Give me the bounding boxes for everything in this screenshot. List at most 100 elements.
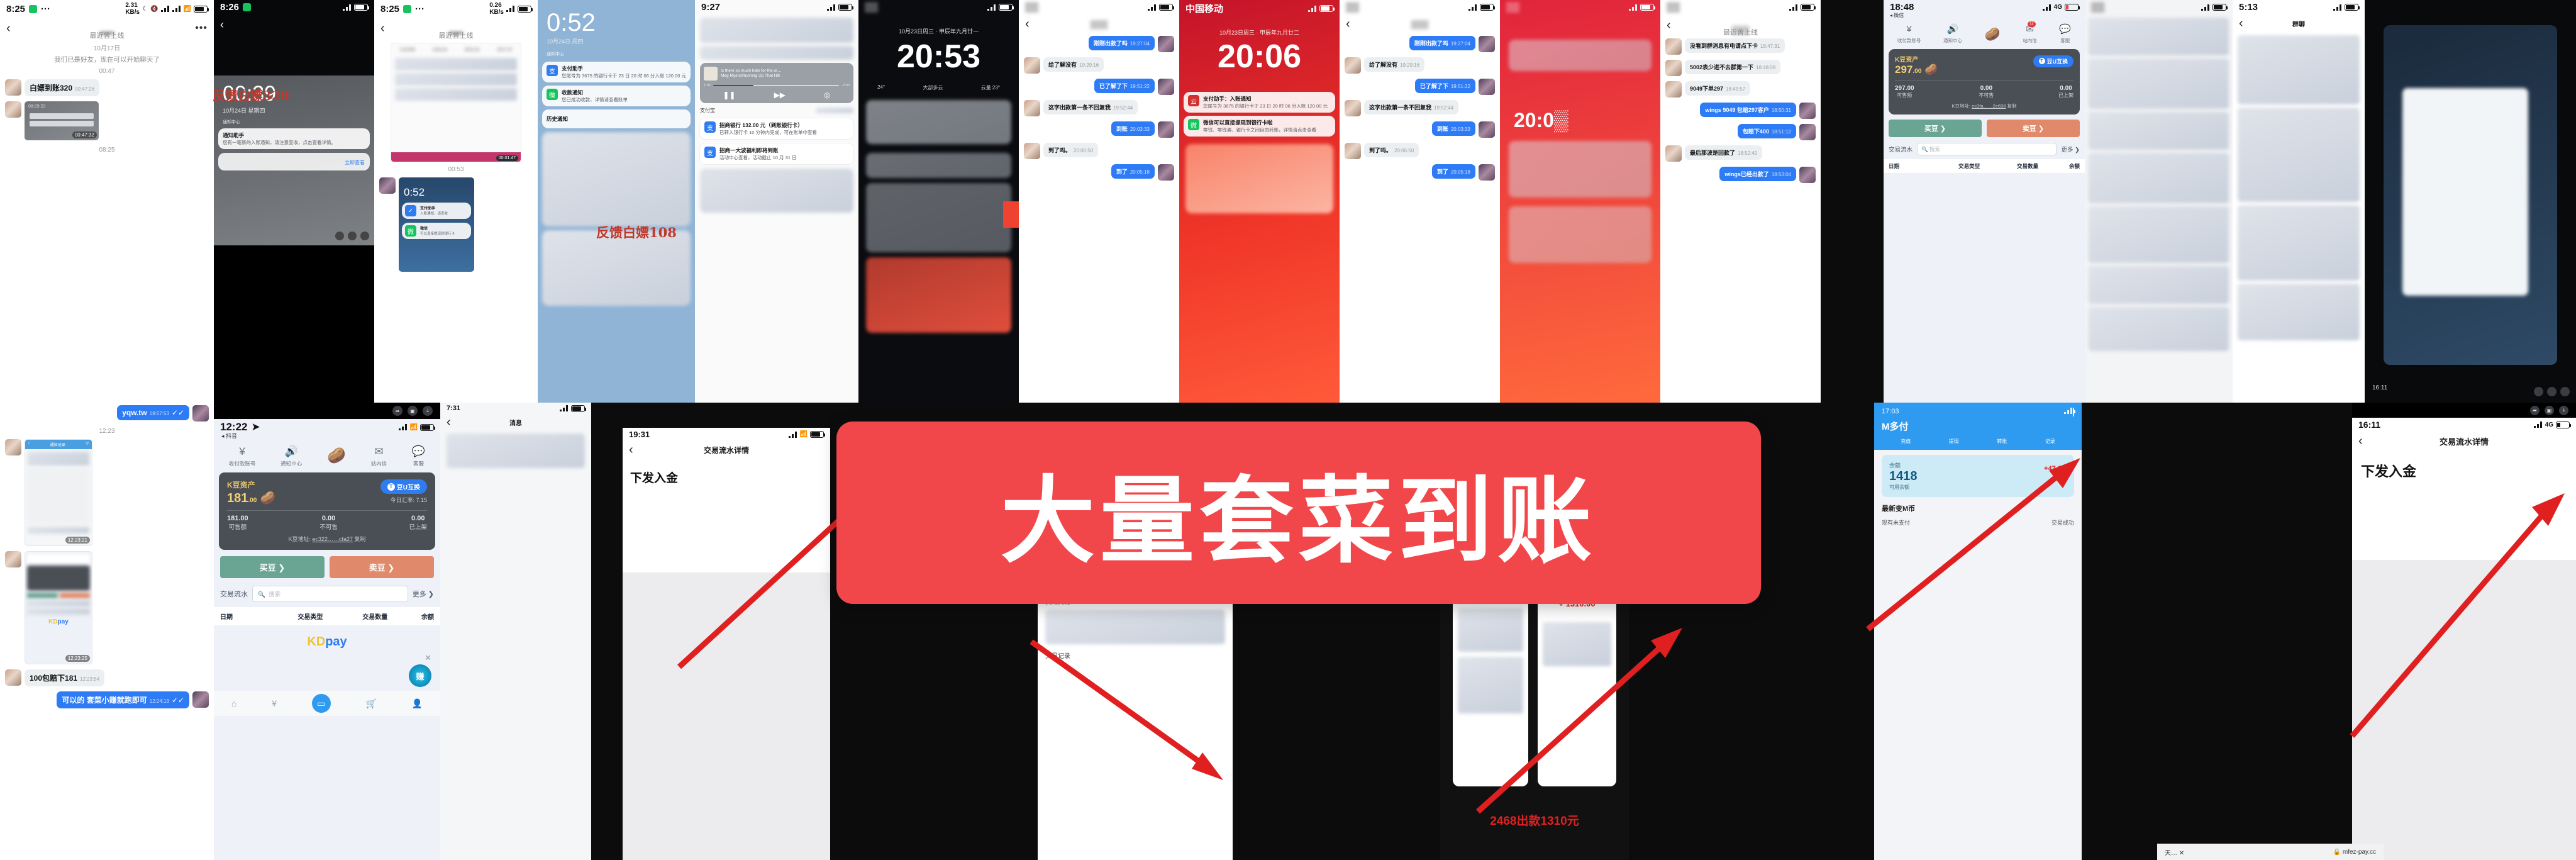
message-bubble[interactable]: yqw.tw 18:57:53 ✓✓	[117, 405, 189, 420]
swap-button[interactable]: T 豆U互换	[380, 479, 427, 494]
more-link[interactable]: 更多 ❯	[2061, 145, 2080, 154]
message-bubble[interactable]: 这字出款第一条不回复我 19:52:44	[1364, 100, 1459, 114]
box-icon[interactable]	[2547, 387, 2557, 396]
avatar[interactable]	[1799, 124, 1816, 140]
scan-icon[interactable]: ▭	[311, 694, 331, 713]
message-bubble[interactable]: 刚刚出款了吗 19:27:04	[1409, 36, 1475, 50]
message-bubble[interactable]: 给了解没有 19:29:16	[1364, 57, 1425, 72]
buy-button[interactable]: 买豆 ❯	[1889, 119, 1982, 137]
history-notifications[interactable]: 历史通知	[542, 109, 691, 129]
message-bubble[interactable]: 已了解了下 19:51:22	[1094, 79, 1155, 93]
avatar[interactable]	[1479, 79, 1495, 95]
share-icon[interactable]	[2534, 387, 2543, 396]
yen-circle-icon[interactable]: ¥ 收付款账号	[229, 444, 256, 467]
cta-button[interactable]: 立即查看	[345, 160, 365, 165]
image-message[interactable]: KDpay 12:23:25	[25, 551, 92, 664]
avatar[interactable]	[1024, 57, 1040, 74]
buy-button[interactable]: 买豆 ❯	[220, 556, 325, 579]
avatar[interactable]	[1665, 60, 1682, 76]
save-icon[interactable]	[2560, 387, 2570, 396]
mail-icon[interactable]: ✉ 站内信 12	[2023, 21, 2037, 44]
message-bubble[interactable]: 最后那波是回款了 18:52:40	[1685, 145, 1763, 160]
sell-button[interactable]: 卖豆 ❯	[1987, 119, 2080, 137]
message-bubble[interactable]: 到了吗。 20:06:50	[1364, 143, 1419, 157]
speaker-icon[interactable]: 🔊 通知中心	[1943, 23, 1962, 44]
avatar[interactable]	[5, 669, 21, 686]
pause-icon[interactable]: ❚❚	[723, 91, 735, 99]
back-button[interactable]: ‹	[2239, 17, 2243, 30]
avatar[interactable]	[1158, 36, 1174, 52]
message-bubble[interactable]: 白嫖到账320 00:47:26	[25, 79, 100, 96]
avatar[interactable]	[1345, 100, 1361, 116]
message-bubble[interactable]: 到了吗。 20:06:50	[1043, 143, 1099, 157]
swap-button[interactable]: T 豆U互换	[2033, 55, 2074, 67]
avatar[interactable]	[1799, 167, 1816, 183]
avatar[interactable]	[1479, 164, 1495, 181]
message-bubble[interactable]: 100包赔下181 12:23:54	[25, 669, 105, 686]
box-icon[interactable]	[348, 232, 357, 240]
avatar[interactable]	[1158, 79, 1174, 95]
message-bubble[interactable]: wings已经出款了 18:53:04	[1719, 167, 1796, 181]
box-icon[interactable]: ▣	[2545, 405, 2554, 415]
cart-icon[interactable]: 🛒	[365, 698, 376, 709]
yen-circle-icon[interactable]: ¥ 收付款账号	[1897, 23, 1921, 44]
sell-button[interactable]: 卖豆 ❯	[330, 556, 434, 579]
airplay-icon[interactable]: ◎	[824, 91, 830, 99]
message-bubble[interactable]: 5002表少进不去群第一下 18:48:09	[1685, 60, 1781, 74]
avatar[interactable]	[1665, 145, 1682, 162]
image-message[interactable]: 资金明细 充值记录 提现记录 我的订单 00:01:47	[391, 43, 521, 162]
save-icon[interactable]: ⤓	[423, 406, 433, 416]
image-message[interactable]: ‹ 通知记录 ▽ 12:23:21	[25, 439, 92, 546]
message-bubble[interactable]: 9049下单297 18:49:57	[1685, 81, 1751, 96]
notification-card[interactable]: 微 微信可以直接提现到银行卡啦 零钱、零钱通、银行卡之间自由转账，详情请点击查看	[1184, 116, 1335, 137]
avatar[interactable]	[1158, 164, 1174, 181]
avatar[interactable]	[1479, 121, 1495, 138]
back-button[interactable]: ‹	[1025, 18, 1030, 30]
copy-button[interactable]: 复制	[355, 536, 366, 542]
pay-row[interactable]: 支 招商银行 132.00 元（到账银行卡） 已转入银行卡 10 分钟内完成，可…	[699, 118, 854, 140]
avatar[interactable]	[1665, 38, 1682, 55]
search-input[interactable]: 🔍 搜索	[1917, 142, 2057, 155]
share-icon[interactable]: ➦	[2530, 405, 2540, 415]
close-icon[interactable]: ✕	[425, 653, 431, 663]
home-icon[interactable]: ⌂	[231, 698, 236, 708]
earn-badge-icon[interactable]: 赚	[409, 664, 431, 688]
back-button[interactable]: ‹	[1346, 18, 1350, 30]
avatar[interactable]	[192, 691, 209, 708]
back-button[interactable]: ‹	[2358, 435, 2363, 447]
message-bubble[interactable]: 到账 20:03:33	[1431, 121, 1475, 136]
save-icon[interactable]: ⤓	[2559, 405, 2568, 415]
save-icon[interactable]	[360, 232, 369, 240]
pay-row[interactable]: 支 招商一大波福利即将到账 活动中心查看，活动截止 10 月 31 日	[699, 143, 854, 165]
avatar[interactable]	[5, 551, 21, 567]
message-bubble[interactable]: 到了 20:05:18	[1431, 164, 1475, 179]
notification-card[interactable]: 支 支付助手 您尾号为 3675 的银行卡于 23 日 20 时 06 分入账 …	[542, 62, 691, 83]
message-bubble[interactable]: 包赔下400 18:51:12	[1737, 124, 1796, 138]
avatar[interactable]	[5, 439, 21, 455]
avatar[interactable]	[1665, 81, 1682, 98]
message-bubble[interactable]: 这字出款第一条不回复我 19:52:44	[1043, 100, 1138, 114]
mail-icon[interactable]: ✉ 站内信	[371, 444, 387, 467]
notification-card[interactable]: 通知助手 您有一笔新的入账通知，请注意查收，点击查看详情。	[218, 128, 370, 150]
message-bubble[interactable]: 没看到群消息有电请点下卡 18:47:31	[1685, 38, 1785, 53]
share-icon[interactable]	[335, 232, 344, 240]
message-bubble[interactable]: 到账 20:03:33	[1111, 121, 1155, 136]
image-message[interactable]: 0:52 ✓ 支付助手 入账通知，请查收 微微信 可以直接提现到银行卡	[399, 177, 474, 272]
message-bubble[interactable]: 刚刚出款了吗 19:27:04	[1088, 36, 1155, 50]
tab-label[interactable]: 提现记录	[465, 47, 480, 52]
message-bubble[interactable]: wings 9049 包赔297客户 18:50:31	[1700, 103, 1796, 117]
tab-label[interactable]: 我的订单	[497, 47, 512, 52]
notification-card[interactable]: 微 收款通知 您已成功收款，详情请查看账单	[542, 86, 691, 107]
next-icon[interactable]: ▶▶	[774, 91, 786, 99]
url-label[interactable]: 🔒 mfez-pay.cc	[2333, 849, 2376, 856]
person-icon[interactable]: 👤	[412, 698, 423, 709]
more-link[interactable]: 更多 ❯	[413, 589, 434, 599]
search-input[interactable]: 🔍 搜索	[252, 586, 408, 603]
back-button[interactable]: ‹	[214, 14, 374, 35]
image-message[interactable]: 08:29:22 00:47:32	[25, 101, 99, 140]
chat-icon[interactable]: 💬 客服	[412, 444, 425, 467]
avatar[interactable]	[5, 79, 21, 96]
wallet-address[interactable]: ec3fa……2e698	[1972, 103, 2006, 109]
tab-label[interactable]: 资金明细	[400, 47, 415, 52]
yen-icon[interactable]: ¥	[272, 698, 277, 708]
